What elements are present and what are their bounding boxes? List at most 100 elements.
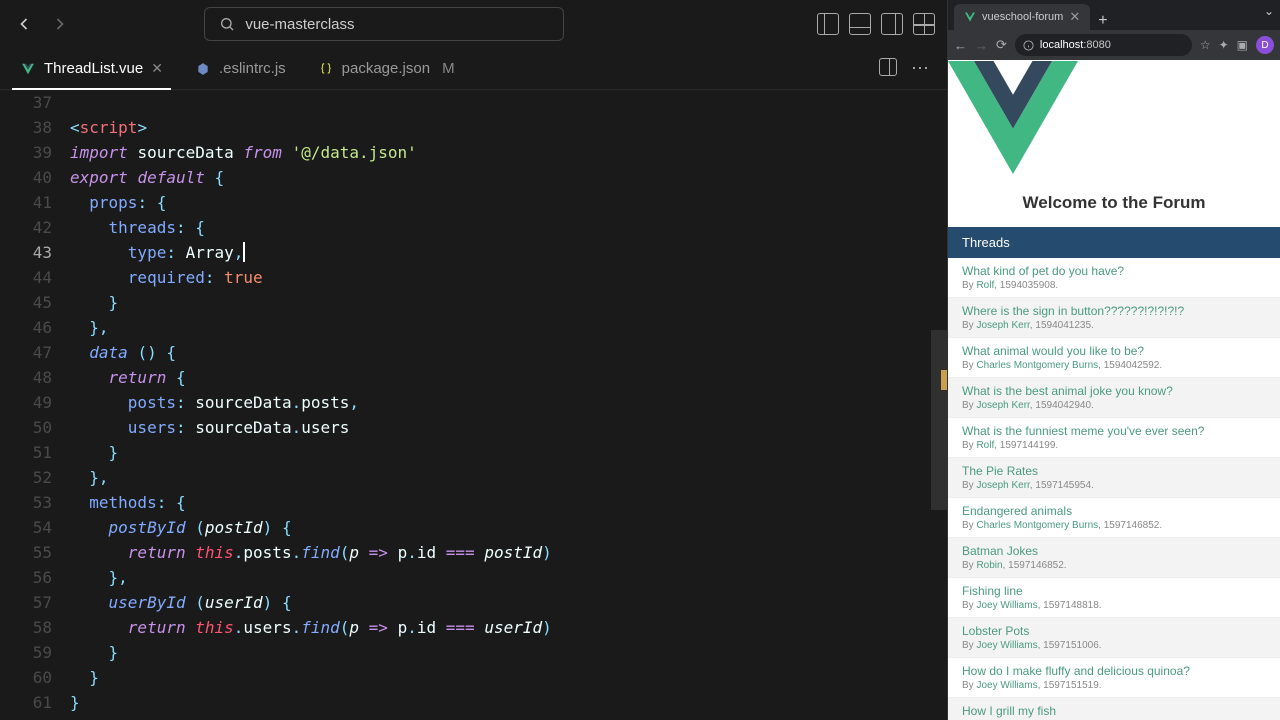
scrollbar[interactable]: [931, 330, 947, 510]
thread-title[interactable]: Lobster Pots: [962, 624, 1266, 638]
nav-forward-button[interactable]: [48, 12, 72, 36]
thread-title[interactable]: The Pie Rates: [962, 464, 1266, 478]
thread-meta: By Joey Williams, 1597151006.: [962, 640, 1266, 651]
thread-meta: By Rolf, 1594035908.: [962, 280, 1266, 291]
thread-item[interactable]: The Pie Rates By Joseph Kerr, 1597145954.: [948, 458, 1280, 498]
thread-title[interactable]: What animal would you like to be?: [962, 344, 1266, 358]
browser-tab-close[interactable]: ✕: [1069, 9, 1080, 25]
tab-label: ThreadList.vue: [44, 60, 143, 77]
profile-avatar[interactable]: D: [1256, 36, 1274, 54]
thread-item[interactable]: What animal would you like to be? By Char…: [948, 338, 1280, 378]
thread-meta: By Charles Montgomery Burns, 1594042592.: [962, 360, 1266, 371]
thread-title[interactable]: Endangered animals: [962, 504, 1266, 518]
browser-tab[interactable]: vueschool-forum ✕: [954, 4, 1090, 30]
nav-back-button[interactable]: [12, 12, 36, 36]
layout-controls: [817, 13, 935, 35]
thread-meta: By Joey Williams, 1597151519.: [962, 680, 1266, 691]
thread-item[interactable]: What is the best animal joke you know? By…: [948, 378, 1280, 418]
thread-item[interactable]: Lobster Pots By Joey Williams, 1597151006…: [948, 618, 1280, 658]
browser-forward[interactable]: →: [975, 38, 988, 53]
vue-logo: [948, 60, 1280, 175]
thread-item[interactable]: Fishing line By Joey Williams, 1597148818…: [948, 578, 1280, 618]
url-port: :8080: [1083, 39, 1111, 51]
thread-item[interactable]: What kind of pet do you have? By Rolf, 15…: [948, 258, 1280, 298]
thread-meta: By Rolf, 1597144199.: [962, 440, 1266, 451]
code-content: <script> import sourceData from '@/data.…: [70, 90, 947, 720]
thread-author[interactable]: Joseph Kerr: [976, 320, 1029, 331]
thread-item[interactable]: Where is the sign in button??????!?!?!?!…: [948, 298, 1280, 338]
json-icon: [318, 61, 334, 77]
editor-pane: vue-masterclass ThreadList.vue ✕ .eslint…: [0, 0, 947, 720]
tab-package-json[interactable]: package.json M: [302, 48, 471, 90]
bookmark-icon[interactable]: ☆: [1200, 38, 1211, 52]
thread-meta: By Charles Montgomery Burns, 1597146852.: [962, 520, 1266, 531]
thread-author[interactable]: Rolf: [976, 440, 994, 451]
tab-threadlist[interactable]: ThreadList.vue ✕: [4, 48, 179, 90]
thread-item[interactable]: Batman Jokes By Robin, 1597146852.: [948, 538, 1280, 578]
thread-author[interactable]: Rolf: [976, 280, 994, 291]
panel-grid-button[interactable]: [913, 13, 935, 35]
thread-meta: By Joseph Kerr, 1597145954.: [962, 480, 1266, 491]
thread-title[interactable]: What is the best animal joke you know?: [962, 384, 1266, 398]
thread-meta: By Joey Williams, 1597148818.: [962, 600, 1266, 611]
more-actions-button[interactable]: ⋯: [911, 58, 931, 79]
code-editor[interactable]: 3738394041424344454647484950515253545556…: [0, 90, 947, 720]
thread-title[interactable]: How do I make fluffy and delicious quino…: [962, 664, 1266, 678]
thread-title[interactable]: What is the funniest meme you've ever se…: [962, 424, 1266, 438]
tab-eslintrc[interactable]: .eslintrc.js: [179, 48, 302, 90]
browser-tab-title: vueschool-forum: [982, 11, 1063, 23]
browser-toolbar: ← → ⟳ localhost:8080 ☆ ✦ ▣ D: [948, 30, 1280, 60]
browser-window-menu[interactable]: ⌄: [1264, 4, 1274, 18]
line-gutter: 3738394041424344454647484950515253545556…: [0, 90, 70, 720]
threads-section-header: Threads: [948, 227, 1280, 258]
tab-label: package.json: [342, 60, 430, 77]
browser-back[interactable]: ←: [954, 38, 967, 53]
split-editor-button[interactable]: [879, 58, 897, 76]
thread-meta: By Joseph Kerr, 1594042940.: [962, 400, 1266, 411]
thread-author[interactable]: Joseph Kerr: [976, 400, 1029, 411]
browser-pane: vueschool-forum ✕ + ⌄ ← → ⟳ localhost:80…: [947, 0, 1280, 720]
modified-indicator: M: [442, 60, 455, 77]
thread-author[interactable]: Joey Williams: [976, 680, 1037, 691]
thread-author[interactable]: Charles Montgomery Burns: [976, 360, 1098, 371]
thread-item[interactable]: How do I make fluffy and delicious quino…: [948, 658, 1280, 698]
thread-title[interactable]: What kind of pet do you have?: [962, 264, 1266, 278]
thread-author[interactable]: Joseph Kerr: [976, 480, 1029, 491]
project-search-input[interactable]: vue-masterclass: [204, 7, 564, 41]
vue-icon: [20, 61, 36, 77]
info-icon: [1023, 40, 1034, 51]
thread-author[interactable]: Charles Montgomery Burns: [976, 520, 1098, 531]
thread-title[interactable]: Fishing line: [962, 584, 1266, 598]
thread-item[interactable]: Endangered animals By Charles Montgomery …: [948, 498, 1280, 538]
tab-close-button[interactable]: ✕: [151, 60, 163, 77]
url-bar[interactable]: localhost:8080: [1015, 34, 1192, 56]
side-panel-icon[interactable]: ▣: [1237, 38, 1248, 52]
thread-meta: By Robin, 1597146852.: [962, 560, 1266, 571]
thread-author[interactable]: Joey Williams: [976, 640, 1037, 651]
browser-tab-strip: vueschool-forum ✕ + ⌄: [948, 0, 1280, 30]
extensions-icon[interactable]: ✦: [1219, 38, 1229, 52]
thread-meta: By Joseph Kerr, 1594041235.: [962, 320, 1266, 331]
tab-label: .eslintrc.js: [219, 60, 286, 77]
thread-author[interactable]: Joey Williams: [976, 600, 1037, 611]
thread-title[interactable]: How I grill my fish: [962, 704, 1266, 718]
panel-left-button[interactable]: [817, 13, 839, 35]
thread-item[interactable]: How I grill my fishBy Joey Williams, 159…: [948, 698, 1280, 720]
thread-item[interactable]: What is the funniest meme you've ever se…: [948, 418, 1280, 458]
thread-author[interactable]: Robin: [976, 560, 1002, 571]
thread-list: What kind of pet do you have? By Rolf, 15…: [948, 258, 1280, 720]
url-host: localhost: [1040, 39, 1083, 51]
top-toolbar: vue-masterclass: [0, 0, 947, 48]
tab-bar: ThreadList.vue ✕ .eslintrc.js package.js…: [0, 48, 947, 90]
search-icon: [219, 16, 235, 32]
browser-viewport: Welcome to the Forum Threads What kind o…: [948, 60, 1280, 720]
thread-title[interactable]: Where is the sign in button??????!?!?!?!…: [962, 304, 1266, 318]
eslint-icon: [195, 61, 211, 77]
thread-title[interactable]: Batman Jokes: [962, 544, 1266, 558]
project-name: vue-masterclass: [245, 16, 354, 33]
browser-reload[interactable]: ⟳: [996, 37, 1007, 53]
vue-favicon: [964, 11, 976, 23]
panel-right-button[interactable]: [881, 13, 903, 35]
panel-bottom-button[interactable]: [849, 13, 871, 35]
new-tab-button[interactable]: +: [1090, 12, 1115, 30]
